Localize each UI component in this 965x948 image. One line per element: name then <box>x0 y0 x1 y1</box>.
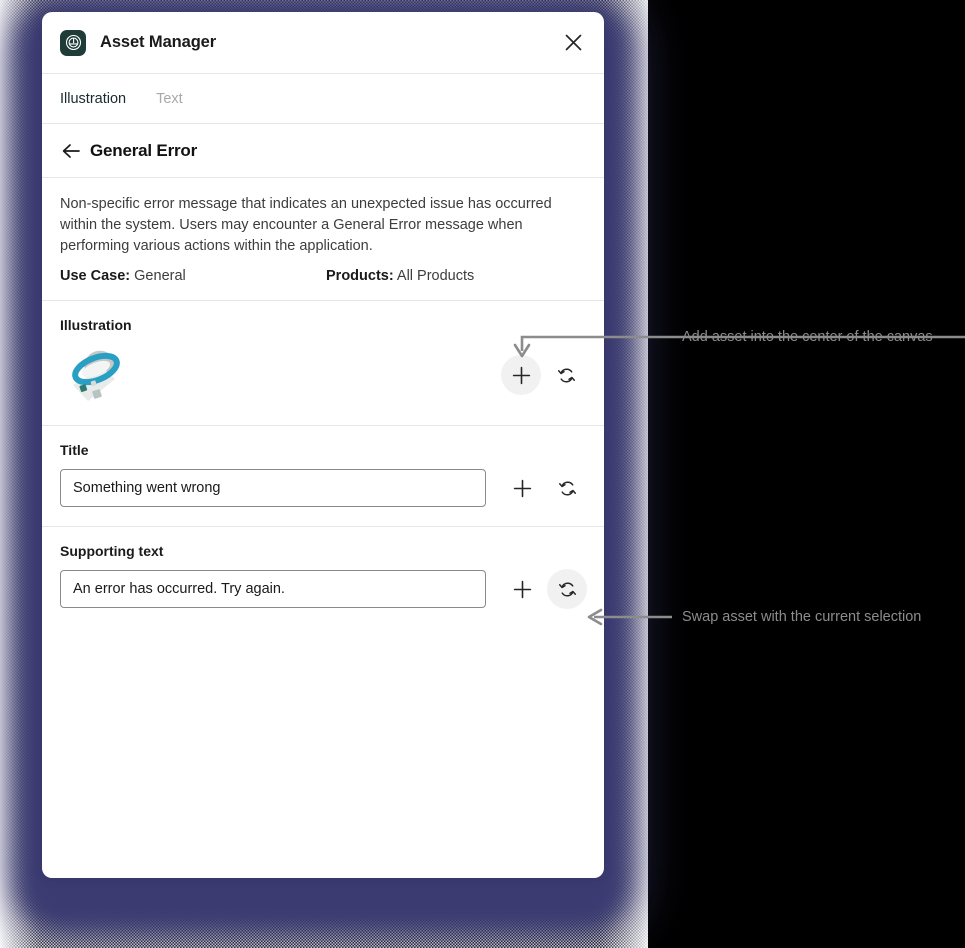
products-label: Products: <box>326 268 394 284</box>
illustration-section: Illustration <box>42 301 604 426</box>
panel-titlebar: Asset Manager <box>42 12 604 74</box>
background-black-region <box>648 0 965 948</box>
tab-illustration[interactable]: Illustration <box>60 91 126 107</box>
supporting-text-section-label: Supporting text <box>60 543 164 559</box>
title-section: Title <box>42 426 604 527</box>
annotation-add-asset-label: Add asset into the center of the canvas <box>682 329 933 345</box>
asset-description-block: Non-specific error message that indicate… <box>42 178 604 301</box>
title-swap-button[interactable] <box>547 468 587 508</box>
asset-meta-usecase: Use Case: General <box>60 268 326 284</box>
annotation-swap-asset-label: Swap asset with the current selection <box>682 609 922 625</box>
illustration-add-button[interactable] <box>501 355 541 395</box>
usecase-value: General <box>134 268 186 284</box>
supporting-text-section: Supporting text <box>42 527 604 627</box>
illustration-section-label: Illustration <box>60 317 132 333</box>
title-section-label: Title <box>60 442 89 458</box>
products-value: All Products <box>396 268 475 284</box>
back-arrow-icon[interactable] <box>60 140 82 162</box>
asset-meta-row: Use Case: General Products: All Products <box>60 268 586 284</box>
supporting-text-input[interactable] <box>60 570 486 608</box>
asset-manager-panel: Asset Manager Illustration Text General … <box>42 12 604 878</box>
asset-meta-products: Products: All Products <box>326 268 474 284</box>
close-icon[interactable] <box>560 30 586 56</box>
asset-manager-logo-icon <box>60 29 86 56</box>
ufo-flying-saucer-illustration <box>60 345 134 405</box>
tab-bar: Illustration Text <box>42 74 604 124</box>
usecase-label: Use Case: <box>60 268 131 284</box>
tab-text[interactable]: Text <box>156 91 183 107</box>
title-row <box>60 468 586 508</box>
illustration-actions <box>501 355 586 395</box>
supporting-text-row <box>60 569 587 609</box>
asset-description-text: Non-specific error message that indicate… <box>60 196 552 254</box>
asset-header: General Error <box>42 124 604 178</box>
supporting-text-swap-button[interactable] <box>547 569 587 609</box>
title-add-button[interactable] <box>502 468 542 508</box>
page-title: Asset Manager <box>100 33 217 51</box>
supporting-text-add-button[interactable] <box>502 569 542 609</box>
title-input[interactable] <box>60 469 486 507</box>
illustration-row <box>60 343 586 407</box>
asset-name-heading: General Error <box>90 140 198 160</box>
illustration-swap-button[interactable] <box>546 355 586 395</box>
